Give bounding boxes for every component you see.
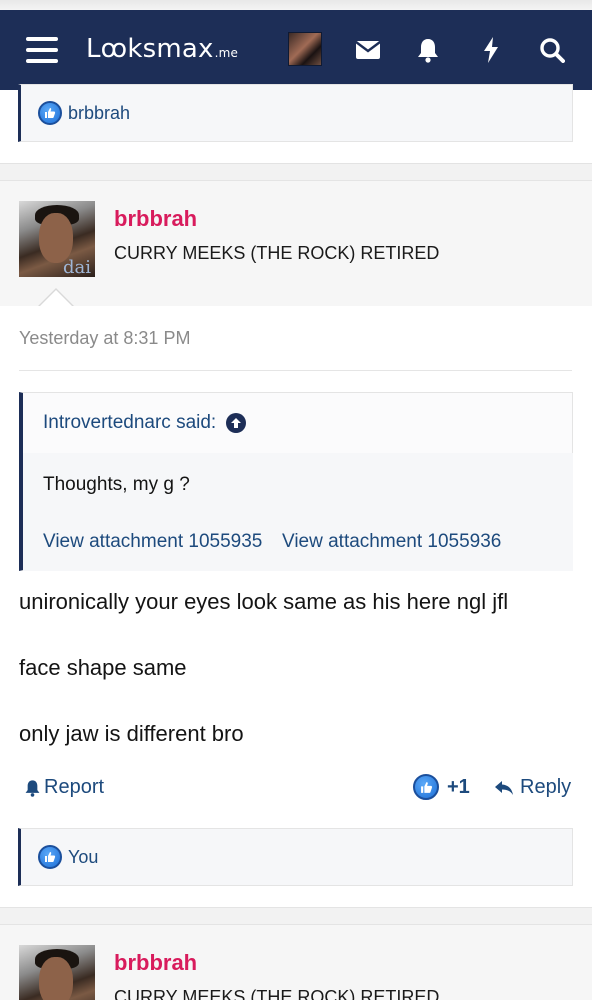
attachment-link[interactable]: View attachment 1055935 [43, 531, 262, 553]
avatar[interactable] [288, 32, 322, 66]
arrow-up-icon[interactable] [226, 413, 247, 433]
post-text-line: unironically your eyes look same as his … [19, 589, 509, 614]
like-count: +1 [447, 775, 470, 798]
quote-text: Thoughts, my g ? [43, 474, 190, 495]
post-separator [0, 164, 592, 180]
menu-icon[interactable] [26, 37, 58, 63]
bolt-icon[interactable] [477, 36, 505, 64]
bell-icon [24, 779, 41, 797]
post-text-line: only jaw is different bro [19, 721, 244, 746]
divider [19, 370, 572, 371]
previous-post-footer: brbbrah [0, 84, 592, 164]
user-title: CURRY MEEKS (THE ROCK) RETIRED [114, 987, 440, 1000]
site-logo[interactable]: Lꝏksmax.me [86, 34, 238, 64]
reply-icon [494, 780, 514, 796]
quote-content: Thoughts, my g ? View attachment 1055935… [23, 453, 573, 571]
username-link[interactable]: brbbrah [114, 950, 197, 976]
logo-suffix: .me [214, 46, 239, 60]
post-actions: Report +1 Reply [0, 772, 592, 806]
search-icon[interactable] [538, 36, 566, 64]
avatar[interactable]: dai [19, 201, 95, 277]
user-title: CURRY MEEKS (THE ROCK) RETIRED [114, 243, 440, 263]
post-user-header: dai brbbrah CURRY MEEKS (THE ROCK) RETIR… [0, 180, 592, 308]
like-icon [38, 101, 62, 125]
mail-icon[interactable] [354, 36, 382, 64]
post-user-header: dai brbbrah CURRY MEEKS (THE ROCK) RETIR… [0, 924, 592, 1000]
post-separator [0, 908, 592, 924]
reactions-bar[interactable]: brbbrah [18, 84, 573, 142]
username-link[interactable]: brbbrah [114, 206, 197, 232]
like-icon [413, 774, 439, 800]
attachment-link[interactable]: View attachment 1055936 [282, 531, 501, 553]
bell-icon[interactable] [414, 36, 442, 64]
quote-author-link[interactable]: Introvertednarc said: [43, 412, 216, 434]
like-icon [38, 845, 62, 869]
reply-button[interactable]: Reply [494, 776, 571, 799]
avatar[interactable]: dai [19, 945, 95, 1000]
logo-text: Lꝏksmax [86, 34, 214, 64]
reply-label: Reply [520, 776, 572, 798]
post-text-line: face shape same [19, 655, 187, 680]
site-navbar: Lꝏksmax.me [0, 10, 592, 90]
report-button[interactable]: Report [24, 776, 104, 799]
reactions-bar[interactable]: You [18, 828, 573, 886]
quote-block: Introvertednarc said: Thoughts, my g ? V… [19, 392, 573, 571]
browser-top-shadow [0, 0, 592, 10]
like-count-button[interactable]: +1 [413, 774, 470, 800]
reactions-label[interactable]: brbbrah [68, 103, 130, 124]
post-body: Yesterday at 8:31 PM Introvertednarc sai… [0, 306, 592, 908]
reactions-label[interactable]: You [68, 847, 98, 868]
quote-header: Introvertednarc said: [23, 393, 572, 453]
report-label: Report [44, 776, 105, 798]
post-timestamp[interactable]: Yesterday at 8:31 PM [19, 328, 190, 349]
